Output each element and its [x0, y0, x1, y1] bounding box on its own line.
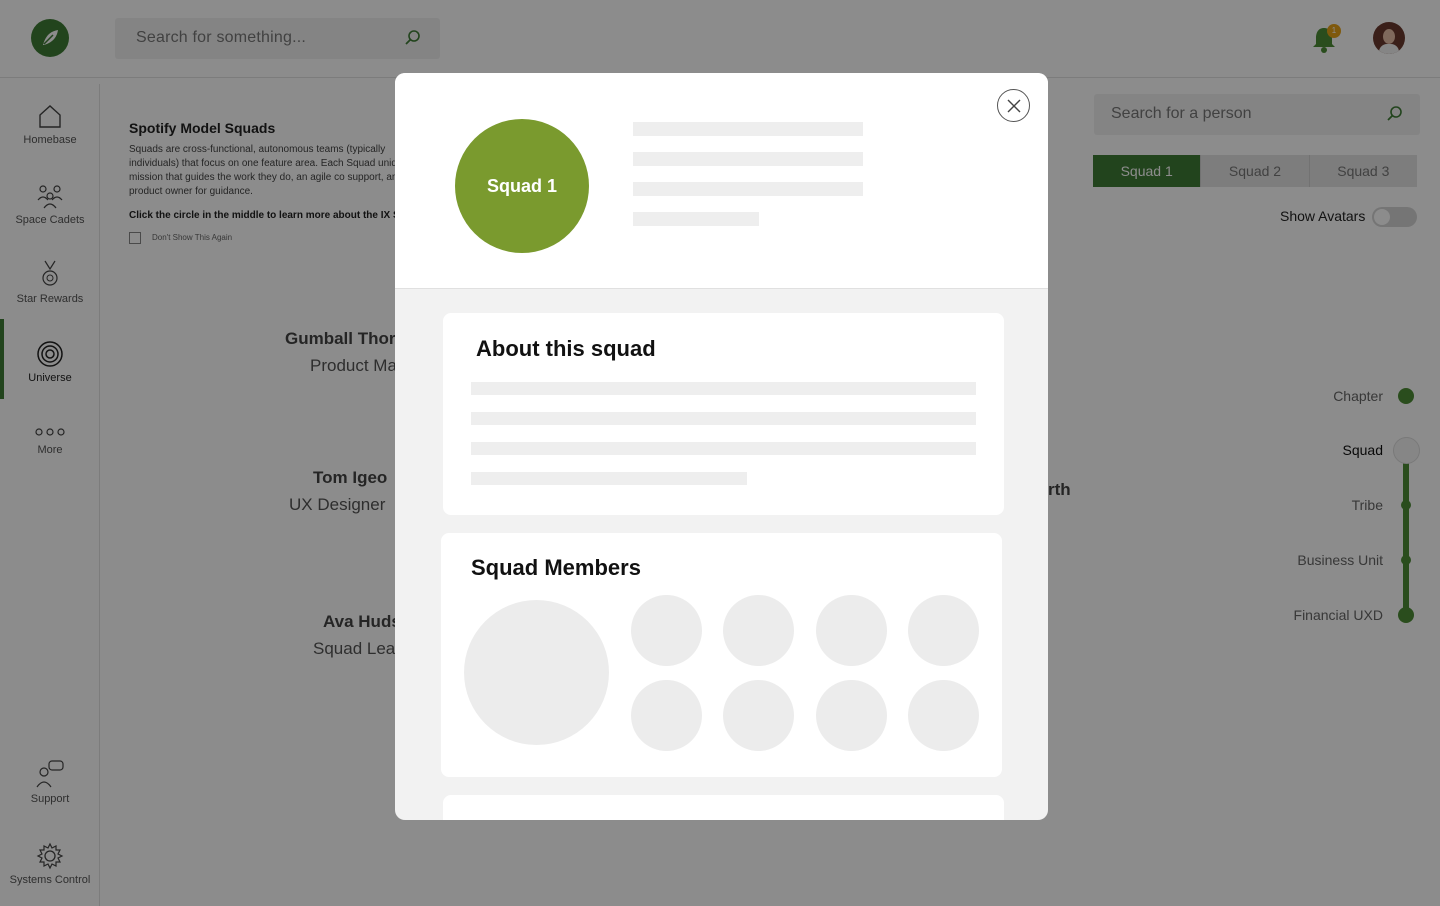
skeleton-line [471, 412, 976, 425]
squad-name: Squad 1 [486, 175, 557, 196]
member-avatar[interactable] [908, 680, 979, 751]
modal-header: Squad 1 [395, 73, 1048, 289]
squad-circle: Squad 1 [455, 119, 589, 253]
skeleton-line [471, 442, 976, 455]
close-icon [1007, 99, 1020, 112]
next-card-partial [443, 795, 1004, 820]
skeleton-line [633, 212, 759, 226]
skeleton-line [471, 382, 976, 395]
skeleton-line [471, 472, 747, 485]
member-avatar[interactable] [723, 595, 794, 666]
skeleton-line [633, 122, 863, 136]
member-avatar[interactable] [816, 595, 887, 666]
skeleton-line [633, 182, 863, 196]
member-avatar[interactable] [908, 595, 979, 666]
about-title: About this squad [476, 336, 656, 361]
members-card: Squad Members [441, 533, 1002, 777]
member-avatar-lead[interactable] [464, 600, 609, 745]
close-button[interactable] [997, 89, 1030, 122]
member-avatar[interactable] [631, 595, 702, 666]
member-avatar[interactable] [631, 680, 702, 751]
skeleton-line [633, 152, 863, 166]
about-card: About this squad [443, 313, 1004, 515]
member-avatar[interactable] [723, 680, 794, 751]
members-title: Squad Members [471, 555, 641, 580]
member-avatar[interactable] [816, 680, 887, 751]
squad-detail-modal: Squad 1 About this squad Squad Members [395, 73, 1048, 820]
